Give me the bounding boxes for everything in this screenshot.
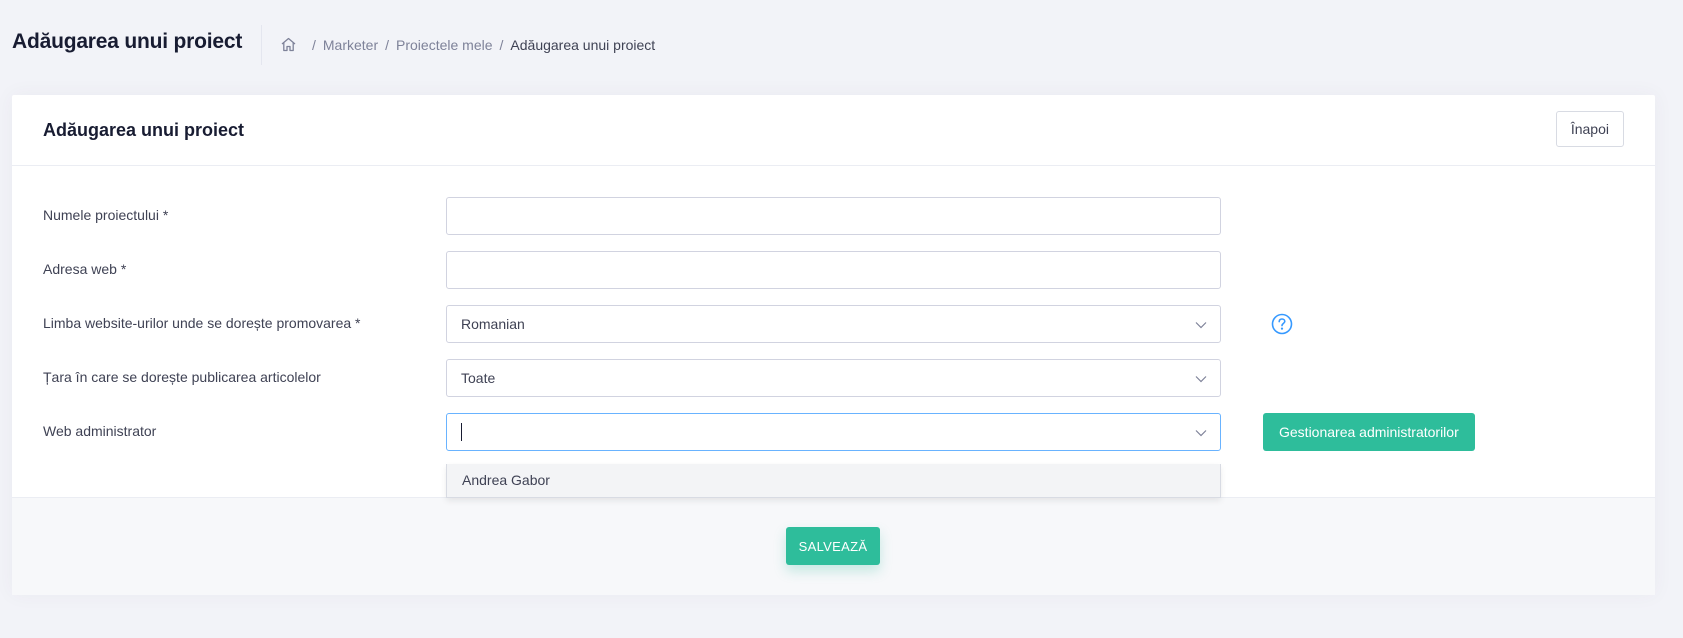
form-row-project-name: Numele proiectului * (12, 197, 1655, 235)
breadcrumb-separator: / (499, 36, 504, 53)
page-header: Adăugarea unui proiect / Marketer / Proi… (0, 0, 1683, 94)
dropdown-option-andrea-gabor[interactable]: Andrea Gabor (462, 472, 550, 488)
country-select-value: Toate (461, 370, 496, 386)
breadcrumb-item-my-projects[interactable]: Proiectele mele (396, 37, 493, 53)
web-admin-label: Web administrator (43, 423, 157, 439)
chevron-down-icon (1195, 376, 1207, 383)
breadcrumb-item-marketer[interactable]: Marketer (323, 37, 378, 53)
web-address-input[interactable] (446, 251, 1221, 289)
form-row-web-address: Adresa web * (12, 251, 1655, 289)
country-select[interactable]: Toate (446, 359, 1221, 397)
web-admin-select[interactable] (446, 413, 1221, 451)
breadcrumb: / Marketer / Proiectele mele / Adăugarea… (280, 36, 655, 53)
form-row-web-admin: Web administrator Gestionarea administra… (12, 413, 1655, 451)
card-footer: SALVEAZĂ (12, 497, 1655, 595)
project-name-label: Numele proiectului * (43, 207, 169, 223)
page-title: Adăugarea unui proiect (12, 30, 243, 53)
country-label: Țara în care se dorește publicarea artic… (43, 369, 321, 385)
chevron-down-icon (1195, 430, 1207, 437)
project-name-input[interactable] (446, 197, 1221, 235)
language-select[interactable]: Romanian (446, 305, 1221, 343)
project-form-card: Adăugarea unui proiect Înapoi Numele pro… (12, 95, 1655, 595)
chevron-down-icon (1195, 322, 1207, 329)
home-icon[interactable] (280, 36, 297, 53)
back-button[interactable]: Înapoi (1555, 111, 1624, 147)
card-header: Adăugarea unui proiect Înapoi (12, 95, 1655, 166)
language-select-value: Romanian (461, 316, 525, 332)
card-title: Adăugarea unui proiect (43, 120, 245, 140)
question-circle-icon[interactable] (1271, 313, 1293, 335)
breadcrumb-separator: / (312, 36, 316, 53)
form-row-language: Limba website-urilor unde se dorește pro… (12, 305, 1655, 343)
text-caret (461, 423, 462, 441)
web-address-label: Adresa web * (43, 261, 127, 277)
form-row-country: Țara în care se dorește publicarea artic… (12, 359, 1655, 397)
breadcrumb-item-current: Adăugarea unui proiect (510, 36, 656, 53)
language-label: Limba website-urilor unde se dorește pro… (43, 315, 361, 331)
manage-administrators-button[interactable]: Gestionarea administratorilor (1263, 413, 1475, 451)
title-divider (261, 25, 262, 65)
web-admin-dropdown: Andrea Gabor (446, 464, 1221, 498)
save-button[interactable]: SALVEAZĂ (786, 527, 880, 565)
breadcrumb-separator: / (385, 36, 390, 53)
